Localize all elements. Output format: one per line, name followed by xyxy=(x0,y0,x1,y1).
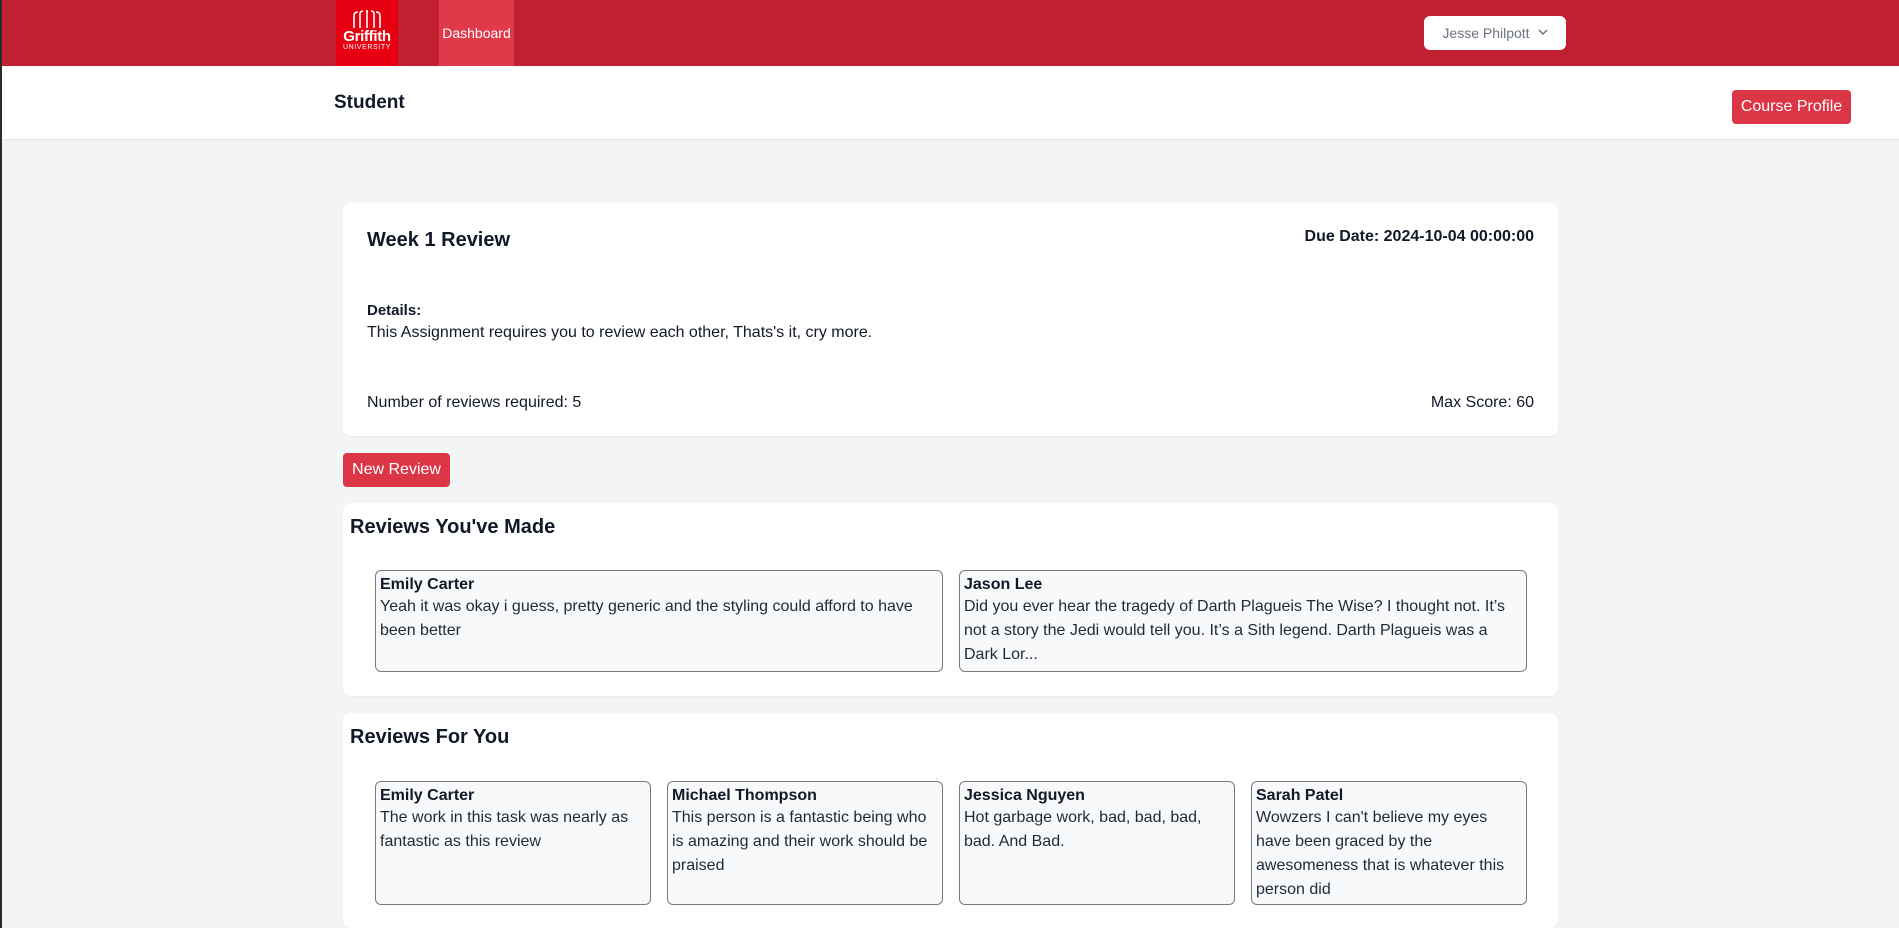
nav-tab-dashboard[interactable]: Dashboard xyxy=(439,0,514,66)
review-card[interactable]: Jessica Nguyen Hot garbage work, bad, ba… xyxy=(959,781,1235,905)
review-author: Jason Lee xyxy=(964,576,1043,593)
logo-name: Griffith xyxy=(343,28,391,45)
review-text: Did you ever hear the tragedy of Darth P… xyxy=(964,598,1506,663)
section-title-reviews-made: Reviews You've Made xyxy=(350,516,556,538)
review-author: Emily Carter xyxy=(380,576,475,593)
review-author: Emily Carter xyxy=(380,787,475,804)
review-text: The work in this task was nearly as fant… xyxy=(380,809,629,850)
review-author: Sarah Patel xyxy=(1256,787,1344,804)
page-title: Student xyxy=(334,92,405,113)
review-author: Michael Thompson xyxy=(672,787,817,804)
top-navbar: Griffith UNIVERSITY Dashboard Jesse Phil… xyxy=(0,0,1899,67)
due-date: Due Date: 2024-10-04 00:00:00 xyxy=(1304,228,1534,245)
reviews-for-you-section: Reviews For You Emily Carter The work in… xyxy=(343,713,1558,928)
review-card[interactable]: Sarah Patel Wowzers I can't believe my e… xyxy=(1251,781,1527,905)
section-title-reviews-for-you: Reviews For You xyxy=(350,726,510,748)
review-card[interactable]: Emily Carter Yeah it was okay i guess, p… xyxy=(375,570,943,672)
review-text: This person is a fantastic being who is … xyxy=(672,809,928,874)
review-card[interactable]: Michael Thompson This person is a fantas… xyxy=(667,781,943,905)
review-card[interactable]: Emily Carter The work in this task was n… xyxy=(375,781,651,905)
details-label: Details: xyxy=(367,302,422,319)
course-profile-button[interactable]: Course Profile xyxy=(1732,90,1851,124)
assignment-title: Week 1 Review xyxy=(367,229,511,251)
max-score: Max Score: 60 xyxy=(1430,394,1534,411)
crest-icon xyxy=(353,10,381,28)
logo-subtitle: UNIVERSITY xyxy=(342,44,391,51)
reviews-made-section: Reviews You've Made Emily Carter Yeah it… xyxy=(343,503,1558,696)
review-text: Yeah it was okay i guess, pretty generic… xyxy=(380,598,913,639)
review-text: Hot garbage work, bad, bad, bad, bad. An… xyxy=(964,809,1202,850)
review-text: Wowzers I can't believe my eyes have bee… xyxy=(1256,809,1505,898)
new-review-button[interactable]: New Review xyxy=(343,453,450,487)
reviews-required: Number of reviews required: 5 xyxy=(367,394,582,411)
details-text: This Assignment requires you to review e… xyxy=(367,324,873,341)
chevron-down-icon xyxy=(1538,27,1548,39)
review-card[interactable]: Jason Lee Did you ever hear the tragedy … xyxy=(959,570,1527,672)
griffith-logo[interactable]: Griffith UNIVERSITY xyxy=(336,0,398,66)
user-menu-button[interactable]: Jesse Philpott xyxy=(1424,16,1566,50)
user-name: Jesse Philpott xyxy=(1442,25,1530,41)
assignment-card: Week 1 Review Due Date: 2024-10-04 00:00… xyxy=(343,203,1558,436)
review-author: Jessica Nguyen xyxy=(964,787,1085,804)
page-header: Student Course Profile xyxy=(0,66,1899,140)
